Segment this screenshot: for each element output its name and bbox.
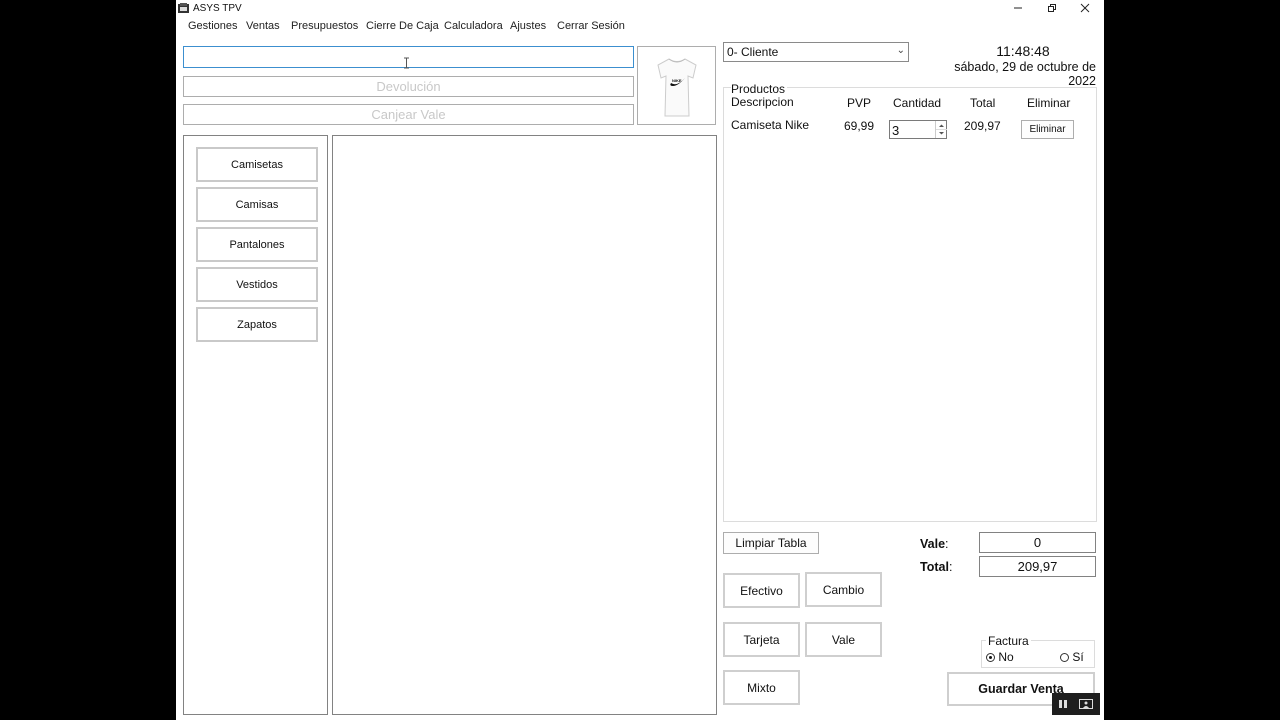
category-zapatos-button[interactable]: Zapatos [196,307,318,342]
vale-button[interactable]: Vale [805,622,882,657]
restore-icon[interactable] [1037,0,1067,16]
header-eliminar: Eliminar [1027,96,1071,110]
chevron-down-icon: ⌄ [896,45,905,56]
table-row: Camiseta Nike 69,99 3 209,97 Eliminar [724,116,1096,142]
svg-text:NIKE: NIKE [672,78,682,83]
menu-gestiones[interactable]: Gestiones [188,20,238,32]
total-label: Total: [920,560,953,574]
app-window: ASYS TPV Gestiones Ventas Presupuestos C… [176,0,1104,720]
menu-presupuestos[interactable]: Presupuestos [291,20,358,32]
product-image: NIKE [637,46,716,125]
clock-time: 11:48:48 [996,43,1050,59]
total-value: 209,97 [979,556,1096,577]
factura-si-radio[interactable]: Sí [1060,650,1084,664]
pause-icon[interactable] [1056,697,1070,711]
menu-ventas[interactable]: Ventas [246,20,280,32]
efectivo-button[interactable]: Efectivo [723,573,800,608]
products-grid-panel [332,135,717,715]
category-panel: Camisetas Camisas Pantalones Vestidos Za… [183,135,328,715]
row-pvp: 69,99 [844,119,875,133]
radio-no-icon [986,653,995,662]
header-total: Total [970,96,996,110]
products-title: Productos [731,82,788,96]
products-table: Productos Descripcion PVP Cantidad Total… [723,82,1097,522]
app-icon [178,3,189,13]
header-descripcion: Descripcion [731,95,794,109]
clock-date: sábado, 29 de octubre de 2022 [954,60,1096,88]
stepper-arrows[interactable] [935,121,947,138]
factura-label: Factura [986,634,1031,648]
category-vestidos-button[interactable]: Vestidos [196,267,318,302]
close-icon[interactable] [1070,0,1100,16]
customer-select[interactable]: 0- Cliente ⌄ [723,42,909,62]
tshirt-icon: NIKE [657,58,697,117]
devolucion-input[interactable]: Devolución [183,76,634,97]
limpiar-tabla-button[interactable]: Limpiar Tabla [723,532,819,554]
factura-no-radio[interactable]: No [986,650,1014,664]
window-title: ASYS TPV [193,3,242,14]
vale-value: 0 [979,532,1096,553]
quantity-value: 3 [892,123,900,138]
screen-icon[interactable] [1078,697,1094,711]
text-cursor-icon [404,57,409,69]
cambio-button[interactable]: Cambio [805,572,882,607]
menu-cierre-de-caja[interactable]: Cierre De Caja [366,20,439,32]
vale-label: Vale: [920,537,949,551]
menu-calculadora[interactable]: Calculadora [444,20,503,32]
title-bar: ASYS TPV [176,0,1104,17]
mixto-button[interactable]: Mixto [723,670,800,705]
menu-ajustes[interactable]: Ajustes [510,20,546,32]
row-total: 209,97 [964,119,1001,133]
customer-select-value: 0- Cliente [727,45,779,59]
header-pvp: PVP [847,96,872,110]
overlay-controls [1052,693,1100,715]
category-pantalones-button[interactable]: Pantalones [196,227,318,262]
factura-group: Factura No Sí [981,634,1095,668]
category-camisetas-button[interactable]: Camisetas [196,147,318,182]
header-cantidad: Cantidad [893,96,942,110]
canjear-vale-input[interactable]: Canjear Vale [183,104,634,125]
tarjeta-button[interactable]: Tarjeta [723,622,800,657]
menu-bar: Gestiones Ventas Presupuestos Cierre De … [176,17,1104,37]
row-descripcion: Camiseta Nike [731,118,810,132]
menu-cerrar-sesion[interactable]: Cerrar Sesión [557,20,625,32]
radio-si-icon [1060,653,1069,662]
category-camisas-button[interactable]: Camisas [196,187,318,222]
minimize-icon[interactable] [1003,0,1033,16]
eliminar-row-button[interactable]: Eliminar [1021,120,1074,139]
quantity-stepper[interactable]: 3 [889,120,947,139]
